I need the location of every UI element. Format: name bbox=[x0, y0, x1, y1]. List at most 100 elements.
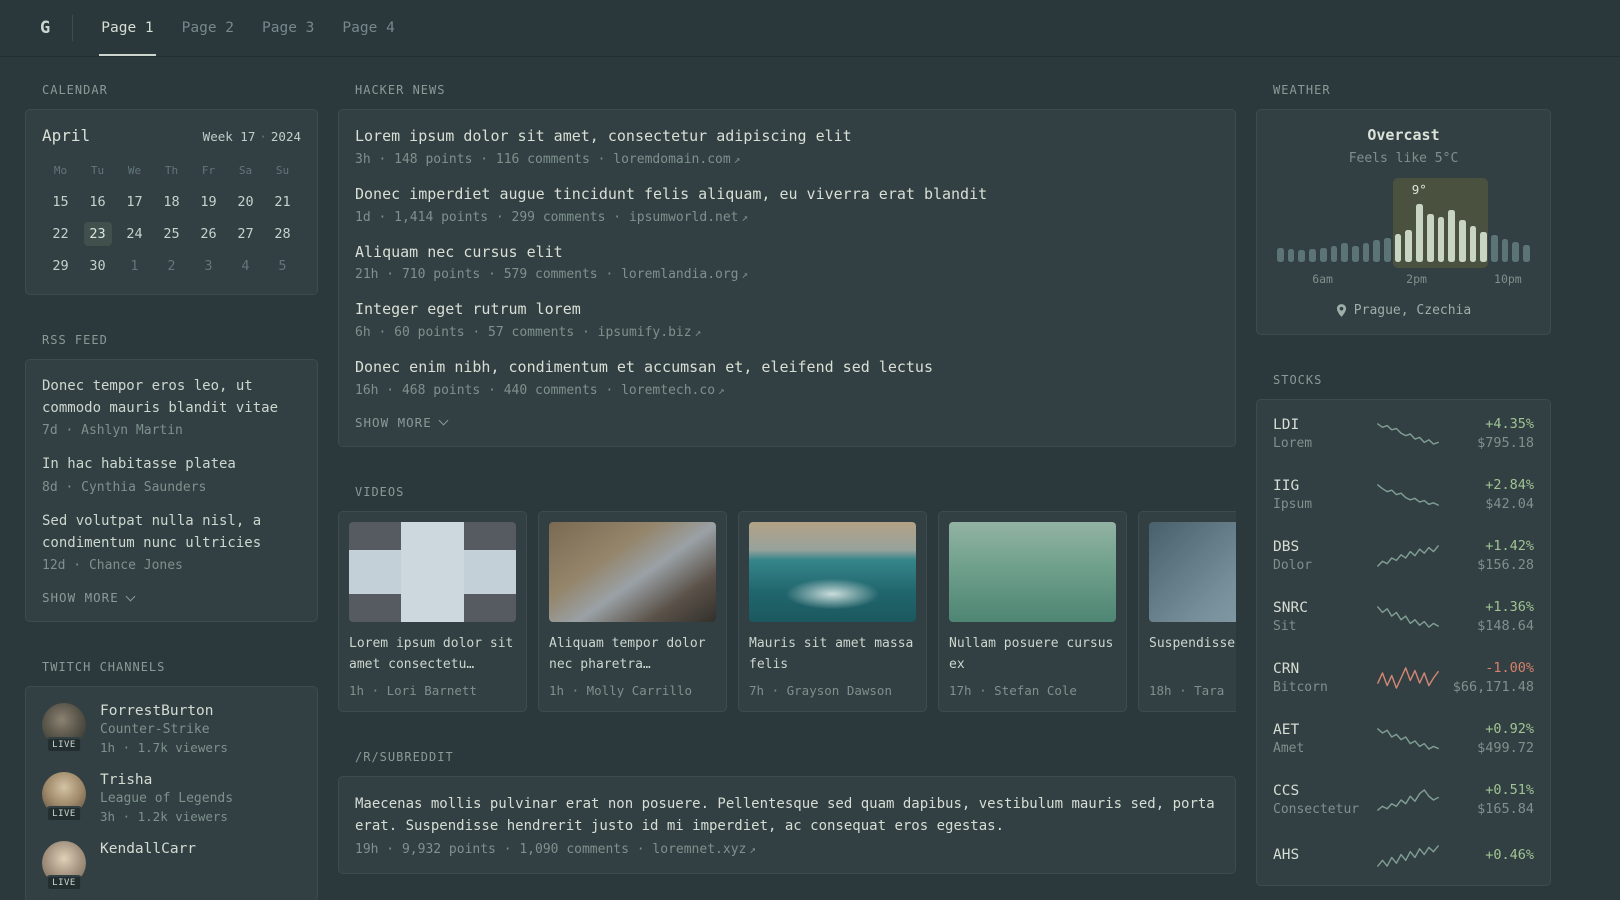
app-logo[interactable]: G bbox=[40, 18, 50, 38]
stock-sparkline bbox=[1377, 727, 1439, 750]
calendar-day: 18 bbox=[163, 194, 180, 210]
hackernews-item-source-link[interactable]: loremlandia.org ↗ bbox=[621, 267, 748, 282]
avatar-wrapper: LIVE bbox=[42, 703, 86, 754]
video-title: Lorem ipsum dolor sit amet consectetu… bbox=[349, 635, 514, 672]
weather-time-label: 10pm bbox=[1494, 272, 1522, 286]
video-card[interactable]: Mauris sit amet massa felis 7h · Grayson… bbox=[738, 510, 927, 712]
calendar-day: 17 bbox=[126, 194, 143, 210]
calendar-day: 27 bbox=[237, 226, 254, 242]
stock-sparkline bbox=[1377, 544, 1439, 567]
twitch-widget: TWITCH CHANNELS LIVE ForrestBurton Count… bbox=[25, 660, 318, 900]
twitch-channel-name: Trisha bbox=[100, 772, 153, 789]
video-card[interactable]: Nullam posuere cursus ex 17h · Stefan Co… bbox=[938, 510, 1127, 712]
hackernews-item-title[interactable]: Aliquam nec cursus elit bbox=[355, 243, 563, 261]
calendar-dow: Mo bbox=[53, 164, 68, 177]
hackernews-item-title[interactable]: Integer eget rutrum lorem bbox=[355, 300, 581, 318]
stock-name: Ipsum bbox=[1273, 496, 1313, 512]
hackernews-item-stats: 16h · 468 points · 440 comments · bbox=[355, 382, 614, 398]
twitch-channel-name: KendallCarr bbox=[100, 841, 197, 858]
weather-bar bbox=[1362, 242, 1370, 262]
hackernews-item-meta: 3h · 148 points · 116 comments · loremdo… bbox=[355, 152, 1219, 167]
stock-row[interactable]: CCS Consectetur +0.51% $165.84 bbox=[1273, 782, 1534, 817]
source-domain: ipsumify.biz bbox=[597, 325, 692, 340]
twitch-widget-title: TWITCH CHANNELS bbox=[42, 660, 166, 675]
twitch-channel-row[interactable]: LIVE Trisha League of Legends 3h · 1.2k … bbox=[42, 772, 301, 824]
subreddit-source-link[interactable]: loremnet.xyz ↗ bbox=[652, 842, 756, 857]
video-card[interactable]: Suspendisse diam 18h · Tara bbox=[1138, 510, 1236, 712]
hackernews-item: Lorem ipsum dolor sit amet, consectetur … bbox=[355, 126, 1219, 167]
stock-row[interactable]: LDI Lorem +4.35% $795.18 bbox=[1273, 416, 1534, 451]
stock-row[interactable]: AET Amet +0.92% $499.72 bbox=[1273, 721, 1534, 756]
weather-bar bbox=[1341, 242, 1348, 262]
calendar-grid: Mo Tu We Th Fr Sa Su 15 16 17 18 19 20 2… bbox=[42, 161, 301, 278]
stock-name: Consectetur bbox=[1273, 801, 1360, 817]
weather-condition: Overcast bbox=[1367, 126, 1440, 144]
stock-change: +4.35% bbox=[1485, 416, 1534, 432]
calendar-dow: We bbox=[127, 164, 142, 177]
hackernews-item-source-link[interactable]: loremdomain.com ↗ bbox=[613, 152, 740, 167]
subreddit-card: Maecenas mollis pulvinar erat non posuer… bbox=[338, 775, 1236, 874]
rss-item-title[interactable]: In hac habitasse platea bbox=[42, 456, 236, 472]
weather-bar bbox=[1512, 242, 1520, 262]
stock-row[interactable]: CRN Bitcorn -1.00% $66,171.48 bbox=[1273, 660, 1534, 695]
subreddit-post-meta: 19h · 9,932 points · 1,090 comments · lo… bbox=[355, 842, 1219, 857]
subreddit-post-text[interactable]: Maecenas mollis pulvinar erat non posuer… bbox=[355, 796, 1215, 834]
hackernews-item-title[interactable]: Lorem ipsum dolor sit amet, consectetur … bbox=[355, 127, 852, 145]
hackernews-item-source-link[interactable]: ipsumify.biz ↗ bbox=[598, 325, 702, 340]
weather-bar bbox=[1491, 235, 1498, 262]
videos-carousel: Lorem ipsum dolor sit amet consectetu… 1… bbox=[338, 510, 1236, 712]
stock-price: $499.72 bbox=[1477, 740, 1534, 756]
stock-row[interactable]: DBS Dolor +1.42% $156.28 bbox=[1273, 538, 1534, 573]
calendar-day-next-month: 1 bbox=[130, 258, 139, 274]
tab-page-4[interactable]: Page 4 bbox=[340, 0, 396, 56]
hackernews-item-source-link[interactable]: loremtech.co ↗ bbox=[621, 383, 725, 398]
stock-row[interactable]: AHS +0.46% bbox=[1273, 843, 1534, 869]
rss-item-title[interactable]: Donec tempor eros leo, ut commodo mauris… bbox=[42, 378, 278, 416]
hackernews-item: Donec enim nibh, condimentum et accumsan… bbox=[355, 357, 1219, 398]
stock-row[interactable]: SNRC Sit +1.36% $148.64 bbox=[1273, 599, 1534, 634]
tab-page-1[interactable]: Page 1 bbox=[99, 0, 157, 56]
calendar-day: 24 bbox=[126, 226, 143, 242]
calendar-day-next-month: 3 bbox=[204, 258, 213, 274]
live-badge: LIVE bbox=[46, 875, 82, 892]
stock-change: +1.36% bbox=[1485, 599, 1534, 615]
calendar-week-year: Week 17 · 2024 bbox=[203, 129, 301, 144]
calendar-day: 28 bbox=[274, 226, 291, 242]
rss-item-title[interactable]: Sed volutpat nulla nisl, a condimentum n… bbox=[42, 513, 261, 551]
video-card[interactable]: Aliquam tempor dolor nec pharetra… 1h · … bbox=[538, 510, 727, 712]
video-card[interactable]: Lorem ipsum dolor sit amet consectetu… 1… bbox=[338, 510, 527, 712]
calendar-day: 20 bbox=[237, 194, 254, 210]
weather-times: 6am 2pm 10pm bbox=[1273, 272, 1534, 286]
twitch-channel-row[interactable]: LIVE ForrestBurton Counter-Strike 1h · 1… bbox=[42, 703, 301, 755]
hackernews-item-title[interactable]: Donec enim nibh, condimentum et accumsan… bbox=[355, 358, 933, 376]
hackernews-show-more-button[interactable]: SHOW MORE bbox=[355, 415, 1219, 430]
weather-bar bbox=[1437, 216, 1445, 262]
twitch-channel-row[interactable]: LIVE KendallCarr bbox=[42, 841, 301, 892]
stock-row[interactable]: IIG Ipsum +2.84% $42.04 bbox=[1273, 477, 1534, 512]
chevron-down-icon bbox=[125, 591, 136, 602]
stocks-card: LDI Lorem +4.35% $795.18 IIG Ipsum +2.84% $4… bbox=[1256, 399, 1551, 886]
subreddit-post-stats: 19h · 9,932 points · 1,090 comments · bbox=[355, 841, 645, 857]
stock-sparkline bbox=[1377, 788, 1439, 811]
rss-item-meta: 12d · Chance Jones bbox=[42, 558, 183, 574]
video-title: Suspendisse diam bbox=[1149, 635, 1236, 651]
weather-bar bbox=[1426, 214, 1434, 262]
rss-show-more-button[interactable]: SHOW MORE bbox=[42, 590, 301, 605]
center-column: HACKER NEWS Lorem ipsum dolor sit amet, … bbox=[338, 83, 1236, 874]
tab-page-2[interactable]: Page 2 bbox=[180, 0, 236, 56]
left-column: CALENDAR April Week 17 · 2024 Mo Tu We Th … bbox=[25, 83, 318, 900]
weather-bar bbox=[1373, 239, 1381, 262]
video-meta: 1h · Lori Barnett bbox=[349, 682, 477, 698]
hackernews-card: Lorem ipsum dolor sit amet, consectetur … bbox=[338, 109, 1236, 447]
calendar-dow: Fr bbox=[201, 164, 216, 177]
tab-page-3[interactable]: Page 3 bbox=[260, 0, 316, 56]
rss-item: Donec tempor eros leo, ut commodo mauris… bbox=[42, 376, 301, 438]
calendar-dow: Tu bbox=[90, 164, 105, 177]
rss-item: Sed volutpat nulla nisl, a condimentum n… bbox=[42, 511, 301, 573]
calendar-dow: Sa bbox=[238, 164, 253, 177]
stock-price: $42.04 bbox=[1485, 496, 1534, 512]
hackernews-item-title[interactable]: Donec imperdiet augue tincidunt felis al… bbox=[355, 185, 987, 203]
live-badge: LIVE bbox=[46, 737, 82, 754]
show-more-label: SHOW MORE bbox=[355, 414, 432, 430]
hackernews-item-source-link[interactable]: ipsumworld.net ↗ bbox=[629, 210, 748, 225]
